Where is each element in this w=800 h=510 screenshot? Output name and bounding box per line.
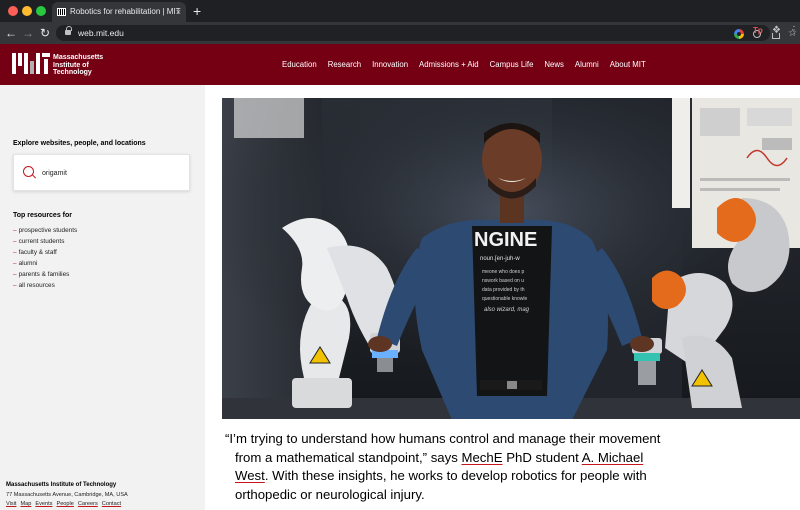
footer-name: Massachusetts Institute of Technology: [6, 482, 117, 488]
quote-body: from a mathematical standpoint,” says Me…: [235, 449, 647, 502]
nav-alumni[interactable]: Alumni: [575, 60, 599, 69]
extension-tp-icon[interactable]: Tp: [753, 26, 763, 36]
footer-link-careers[interactable]: Careers: [78, 501, 98, 507]
nav-about[interactable]: About MIT: [610, 60, 646, 69]
search-input[interactable]: origamit: [13, 154, 190, 191]
browser-menu-icon[interactable]: ⋮: [789, 26, 799, 36]
nav-campus-life[interactable]: Campus Life: [490, 60, 534, 69]
sidebar: Explore websites, people, and locations …: [0, 85, 205, 510]
shirt-line: also wizard, mag: [484, 307, 530, 313]
footer-link-events[interactable]: Events: [35, 501, 52, 507]
main-nav: Education Research Innovation Admissions…: [282, 44, 646, 85]
person-link-part1[interactable]: A. Michael: [582, 450, 644, 465]
extensions-puzzle-icon[interactable]: ❖: [772, 26, 782, 36]
person-link-part2[interactable]: West: [235, 468, 265, 483]
maximize-window-button[interactable]: [36, 6, 46, 16]
close-window-button[interactable]: [8, 6, 18, 16]
hero-photo: NGINE noun.[en-juh-w meone who does p ns…: [222, 98, 800, 419]
mit-logo[interactable]: [12, 53, 50, 74]
explore-title: Explore websites, people, and locations: [13, 140, 146, 147]
resource-link[interactable]: – prospective students: [13, 225, 77, 236]
resource-link[interactable]: – current students: [13, 236, 77, 247]
nav-innovation[interactable]: Innovation: [372, 60, 408, 69]
footer-address: 77 Massachusetts Avenue, Cambridge, MA, …: [6, 492, 128, 498]
shirt-line: nswork based on u: [482, 278, 524, 284]
nav-research[interactable]: Research: [328, 60, 361, 69]
search-value[interactable]: origamit: [42, 155, 67, 192]
footer-link-people[interactable]: People: [56, 501, 73, 507]
shirt-line: questionable knowle: [482, 296, 528, 302]
footer-link-visit[interactable]: Visit: [6, 501, 16, 507]
shirt-sub: noun.[en-juh-w: [480, 256, 520, 262]
nav-news[interactable]: News: [544, 60, 564, 69]
new-tab-button[interactable]: +: [193, 2, 201, 20]
resources-list: – prospective students – current students …: [13, 225, 77, 291]
browser-toolbar: ← → ↻ web.mit.edu ☆ Tp ❖ ⋮: [0, 22, 800, 44]
footer-link-map[interactable]: Map: [20, 501, 31, 507]
site-header: Massachusetts Institute of Technology Ed…: [0, 44, 800, 85]
footer: Massachusetts Institute of Technology 77…: [6, 482, 128, 507]
resource-link[interactable]: – alumni: [13, 258, 77, 269]
shirt-text: NGINE: [474, 229, 537, 251]
tab-title: Robotics for rehabilitation | MIT: [70, 7, 181, 16]
resource-link[interactable]: – faculty & staff: [13, 247, 77, 258]
shirt-line: data provided by th: [482, 287, 525, 293]
resource-link[interactable]: – all resources: [13, 280, 77, 291]
lock-icon: [65, 26, 72, 36]
url-text[interactable]: web.mit.edu: [78, 25, 124, 41]
reload-icon[interactable]: ↻: [40, 24, 50, 42]
address-bar[interactable]: web.mit.edu ☆: [56, 25, 797, 41]
hero-quote: “I’m trying to understand how humans con…: [225, 430, 785, 504]
browser-tab-bar: Robotics for rehabilitation | MIT × +: [0, 0, 800, 22]
nav-admissions[interactable]: Admissions + Aid: [419, 60, 479, 69]
browser-tab[interactable]: Robotics for rehabilitation | MIT ×: [52, 2, 186, 22]
forward-arrow-icon[interactable]: →: [22, 24, 34, 42]
meche-link[interactable]: MechE: [461, 450, 502, 465]
mit-favicon-icon: [57, 8, 66, 16]
shirt-line: meone who does p: [482, 269, 524, 275]
quote-line-1: “I’m trying to understand how humans con…: [225, 431, 661, 446]
google-icon[interactable]: [734, 29, 744, 39]
footer-links: Visit Map Events People Careers Contact: [6, 501, 128, 507]
search-icon: [23, 166, 35, 179]
footer-link-contact[interactable]: Contact: [102, 501, 121, 507]
back-arrow-icon[interactable]: ←: [5, 24, 17, 42]
resources-title: Top resources for: [13, 212, 72, 219]
tab-close-icon[interactable]: ×: [176, 2, 181, 22]
minimize-window-button[interactable]: [22, 6, 32, 16]
mit-logo-text: Massachusetts Institute of Technology: [53, 54, 104, 76]
nav-education[interactable]: Education: [282, 60, 317, 69]
resource-link[interactable]: – parents & families: [13, 269, 77, 280]
